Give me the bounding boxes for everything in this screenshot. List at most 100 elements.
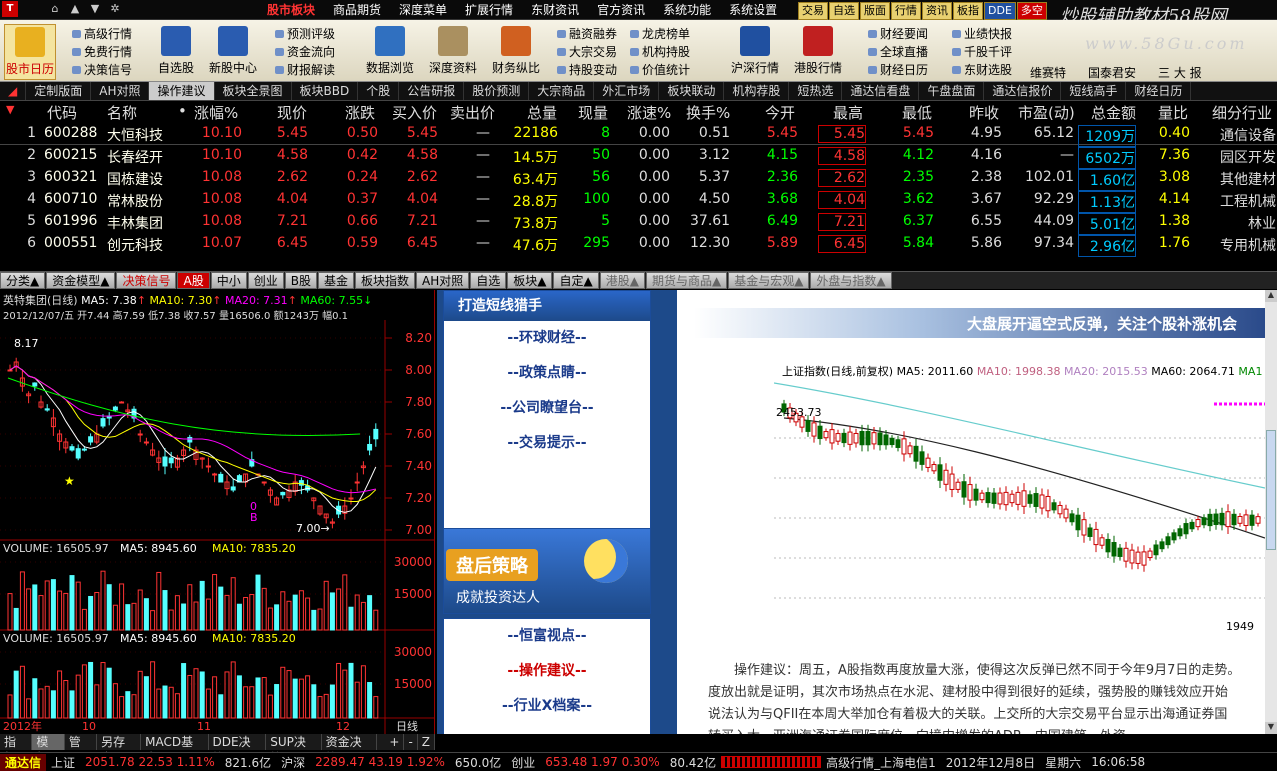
market-tab[interactable]: 自选 xyxy=(470,272,507,289)
col-low[interactable]: 最低 xyxy=(902,102,932,123)
cat-tab[interactable]: 通达信报价 xyxy=(984,82,1062,100)
scroll-up-icon[interactable]: ▲ xyxy=(1265,290,1277,302)
menu-official-news[interactable]: 官方资讯 xyxy=(588,2,654,18)
cat-tab[interactable]: 短热选 xyxy=(789,82,843,100)
market-tab[interactable]: 分类▲ xyxy=(0,272,46,289)
market-tab[interactable]: 基金与宏观▲ xyxy=(728,272,810,289)
after-market-banner[interactable]: 盘后策略 成就投资达人 xyxy=(443,528,651,614)
table-row[interactable]: 4 600710 常林股份 10.08 4.04 0.37 4.04 — 28.8万 100 0.0… xyxy=(0,189,1277,213)
table-row[interactable]: 6 000551 创元科技 10.07 6.45 0.59 6.45 — 47.6万 295 0.0… xyxy=(0,233,1277,257)
kline-chart-pane[interactable]: 英特集团(日线) MA5: 7.38↑ MA10: 7.30↑ MA20: 7.… xyxy=(0,290,435,734)
footer-tab[interactable]: MACD基本 xyxy=(141,734,209,765)
toolbar-earnings-flash[interactable]: 业绩快报 xyxy=(950,25,1012,43)
menu-stock-sector[interactable]: 股市板块 xyxy=(258,2,324,18)
quick-index-button[interactable]: 板指 xyxy=(953,2,983,20)
col-pe[interactable]: 市盈(动) xyxy=(1018,102,1075,123)
link-global-finance[interactable]: --环球财经-- xyxy=(444,321,650,356)
footer-tab[interactable]: 资金决策 xyxy=(322,734,378,765)
scroll-thumb[interactable] xyxy=(1266,430,1276,550)
toolbar-capital-flow[interactable]: 资金流向 xyxy=(273,43,335,61)
toolbar-global-live[interactable]: 全球直播 xyxy=(866,43,928,61)
toolbar-finance-compare[interactable]: 财务纵比 xyxy=(488,24,544,80)
link-trade-tips[interactable]: --交易提示-- xyxy=(444,426,650,461)
toolbar-ipo-center[interactable]: 新股中心 xyxy=(207,24,259,80)
link-operation-advice[interactable]: --操作建议-- xyxy=(444,654,650,689)
footer-tab[interactable]: 管理 xyxy=(65,734,98,765)
table-row[interactable]: 2 600215 长春经开 10.10 4.58 0.42 4.58 — 14.5万 50 0.00… xyxy=(0,145,1277,169)
menu-eastmoney-news[interactable]: 东财资讯 xyxy=(522,2,588,18)
cat-tab[interactable]: 短线高手 xyxy=(1061,82,1127,100)
toolbar-institution[interactable]: 机构持股 xyxy=(628,43,690,61)
menu-extended[interactable]: 扩展行情 xyxy=(456,2,522,18)
footer-tab[interactable]: SUP决策 xyxy=(266,734,322,765)
footer-tab[interactable]: 指标 xyxy=(0,734,33,765)
table-row[interactable]: 3 600321 国栋建设 10.08 2.62 0.24 2.62 — 63.4万 56 0.00… xyxy=(0,167,1277,191)
market-tab[interactable]: 资金模型▲ xyxy=(46,272,116,289)
col-open[interactable]: 今开 xyxy=(765,102,795,123)
col-price[interactable]: 现价 xyxy=(277,102,307,123)
toolbar-data-browse[interactable]: 数据浏览 xyxy=(362,24,418,80)
market-tab[interactable]: 期货与商品▲ xyxy=(645,272,728,289)
toolbar-holding-change[interactable]: 持股变动 xyxy=(555,61,617,79)
toolbar-stock-calendar[interactable]: 股市日历 xyxy=(4,24,56,80)
cat-tab[interactable]: 财经日历 xyxy=(1126,82,1192,100)
col-amount[interactable]: 总金额 xyxy=(1091,102,1136,123)
tab-arrow-icon[interactable]: ◢ xyxy=(0,82,27,100)
market-tab[interactable]: AH对照 xyxy=(416,272,470,289)
quick-watchlist-button[interactable]: 自选 xyxy=(829,2,859,20)
cat-tab[interactable]: 公告研报 xyxy=(399,82,465,100)
feed-server[interactable]: 高级行情_上海电信1 xyxy=(821,754,941,771)
toolbar-hk-quotes[interactable]: 港股行情 xyxy=(790,24,846,80)
toolbar-report-analysis[interactable]: 财报解读 xyxy=(273,61,335,79)
cat-tab[interactable]: 个股 xyxy=(358,82,400,100)
cat-tab[interactable]: 定制版面 xyxy=(26,82,92,100)
cat-tab[interactable]: AH对照 xyxy=(91,82,150,100)
quick-quotes-button[interactable]: 行情 xyxy=(891,2,921,20)
sz-label[interactable]: 沪深 xyxy=(276,754,310,771)
cat-tab[interactable]: 机构荐股 xyxy=(724,82,790,100)
link-hengfu-view[interactable]: --恒富视点-- xyxy=(444,619,650,654)
quick-news-button[interactable]: 资讯 xyxy=(922,2,952,20)
web-scrollbar[interactable]: ▲ ▼ xyxy=(1265,290,1277,734)
market-tab[interactable]: 板块▲ xyxy=(507,272,553,289)
col-industry[interactable]: 细分行业 xyxy=(1212,102,1272,123)
toolbar-stock-comments[interactable]: 千股千评 xyxy=(950,43,1012,61)
col-volume[interactable]: 总量 xyxy=(527,102,557,123)
market-tab[interactable]: 中小 xyxy=(210,272,247,289)
col-prev-close[interactable]: 昨收 xyxy=(969,102,999,123)
quick-longshort-button[interactable]: 多空 xyxy=(1016,2,1047,20)
sh-label[interactable]: 上证 xyxy=(46,754,80,771)
market-tab[interactable]: 外盘与指数▲ xyxy=(810,272,892,289)
col-current[interactable]: 现量 xyxy=(578,102,608,123)
market-tab[interactable]: B股 xyxy=(284,272,317,289)
footer-tab[interactable]: 模板 xyxy=(32,734,65,765)
quick-dde-button[interactable]: DDE xyxy=(984,2,1016,20)
cat-tab[interactable]: 板块全景图 xyxy=(215,82,292,100)
market-tab[interactable]: 港股▲ xyxy=(599,272,645,289)
toolbar-watchlist[interactable]: 自选股 xyxy=(150,24,202,80)
market-tab[interactable]: A股 xyxy=(177,272,210,289)
toolbar-stock-screener[interactable]: 东财选股 xyxy=(950,61,1012,79)
link-company-watch[interactable]: --公司瞭望台-- xyxy=(444,391,650,426)
col-code[interactable]: 代码 xyxy=(47,102,77,123)
menu-depth[interactable]: 深度菜单 xyxy=(390,2,456,18)
zoom-button[interactable]: - xyxy=(404,734,418,750)
col-ask[interactable]: 卖出价 xyxy=(450,102,495,123)
scroll-down-icon[interactable]: ▼ xyxy=(1265,722,1277,734)
col-volume-ratio[interactable]: 量比 xyxy=(1158,102,1188,123)
toolbar-gtja[interactable]: 国泰君安 xyxy=(1088,64,1136,81)
market-tab[interactable]: 自定▲ xyxy=(553,272,599,289)
toolbar-block-trade[interactable]: 大宗交易 xyxy=(555,43,617,61)
cat-tab[interactable]: 通达信看盘 xyxy=(842,82,920,100)
menu-system-functions[interactable]: 系统功能 xyxy=(654,2,720,18)
sort-arrow-icon[interactable]: ▼ xyxy=(6,103,14,116)
cat-tab[interactable]: 大宗商品 xyxy=(529,82,595,100)
toolbar-advanced-quotes[interactable]: 高级行情 xyxy=(70,25,132,43)
col-change[interactable]: 涨跌 xyxy=(345,102,375,123)
toolbar-finance-news[interactable]: 财经要闻 xyxy=(866,25,928,43)
footer-tab[interactable]: 另存为 xyxy=(97,734,142,765)
toolbar-free-quotes[interactable]: 免费行情 xyxy=(70,43,132,61)
toolbar-vsat[interactable]: 维赛特 xyxy=(1030,64,1066,81)
quick-trade-button[interactable]: 交易 xyxy=(798,2,828,20)
col-speed[interactable]: 涨速% xyxy=(627,102,671,123)
